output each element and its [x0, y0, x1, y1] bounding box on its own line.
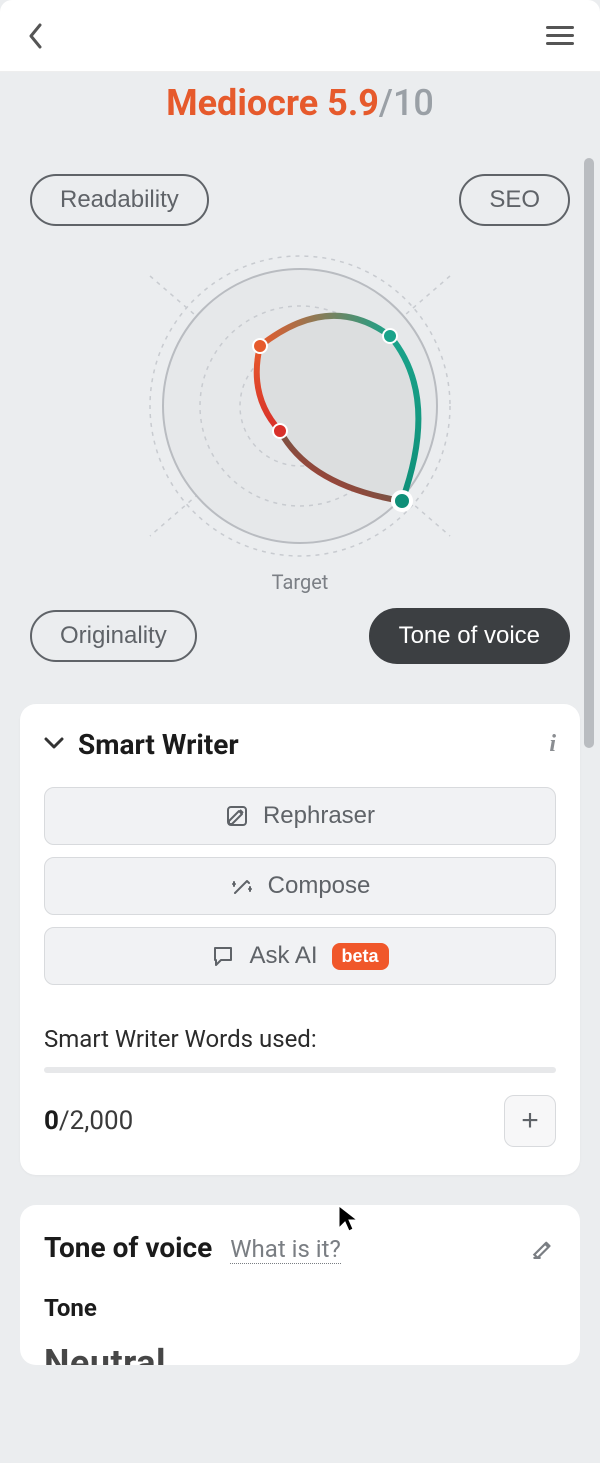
collapse-toggle[interactable] — [44, 735, 64, 754]
wand-icon — [230, 874, 254, 898]
plus-icon: + — [521, 1104, 539, 1138]
usage-current: 0 — [44, 1106, 59, 1136]
tone-of-voice-card: Tone of voice What is it? Tone Neutral — [20, 1205, 580, 1365]
pill-originality[interactable]: Originality — [30, 610, 197, 662]
rephraser-label: Rephraser — [263, 802, 375, 830]
smart-writer-title: Smart Writer — [78, 728, 239, 761]
scrollbar-thumb[interactable] — [584, 158, 594, 748]
tone-title: Tone of voice — [44, 1231, 212, 1264]
content: Mediocre 5.9/10 Readability SEO — [0, 82, 600, 1405]
usage-label: Smart Writer Words used: — [44, 1025, 556, 1053]
tone-sublabel: Tone — [44, 1294, 556, 1322]
score-max: /10 — [379, 82, 434, 124]
edit-icon — [225, 804, 249, 828]
overall-score: Mediocre 5.9/10 — [20, 82, 580, 124]
smart-writer-card: Smart Writer i Rephraser Compose — [20, 704, 580, 1175]
pill-tone-of-voice[interactable]: Tone of voice — [369, 608, 570, 664]
tone-value: Neutral — [44, 1342, 556, 1365]
compose-label: Compose — [268, 872, 371, 900]
info-icon[interactable]: i — [549, 731, 556, 758]
chevron-down-icon — [44, 736, 64, 750]
pencil-icon — [530, 1233, 556, 1259]
scroll-area[interactable]: Mediocre 5.9/10 Readability SEO — [0, 72, 600, 1463]
what-is-it-link[interactable]: What is it? — [230, 1235, 341, 1264]
radar-svg — [120, 236, 480, 576]
chat-icon — [211, 944, 235, 968]
edit-tone-button[interactable] — [530, 1233, 556, 1263]
back-button[interactable] — [18, 18, 54, 54]
back-chevron-icon — [28, 23, 44, 49]
usage-max: /2,000 — [59, 1106, 133, 1136]
rephraser-button[interactable]: Rephraser — [44, 787, 556, 845]
ask-ai-button[interactable]: Ask AI beta — [44, 927, 556, 985]
hamburger-icon — [546, 26, 574, 29]
beta-badge: beta — [332, 943, 389, 970]
smart-writer-actions: Rephraser Compose Ask AI beta — [44, 787, 556, 985]
pill-readability[interactable]: Readability — [30, 174, 209, 226]
smart-writer-header: Smart Writer i — [44, 728, 556, 761]
compose-button[interactable]: Compose — [44, 857, 556, 915]
pill-seo[interactable]: SEO — [459, 174, 570, 226]
score-label: Mediocre — [166, 82, 318, 124]
add-words-button[interactable]: + — [504, 1095, 556, 1147]
metric-pills-top: Readability SEO — [20, 174, 580, 226]
usage-bar — [44, 1067, 556, 1073]
tone-header: Tone of voice What is it? — [44, 1231, 556, 1264]
top-bar — [0, 0, 600, 72]
score-value: 5.9 — [327, 82, 379, 124]
radar-chart — [20, 236, 580, 576]
usage-row: 0/2,000 + — [44, 1095, 556, 1147]
app-root: Mediocre 5.9/10 Readability SEO — [0, 0, 600, 1463]
usage-value: 0/2,000 — [44, 1106, 133, 1136]
ask-ai-label: Ask AI — [249, 942, 317, 970]
menu-button[interactable] — [546, 18, 582, 54]
metric-pills-bottom: Originality Tone of voice — [20, 608, 580, 664]
